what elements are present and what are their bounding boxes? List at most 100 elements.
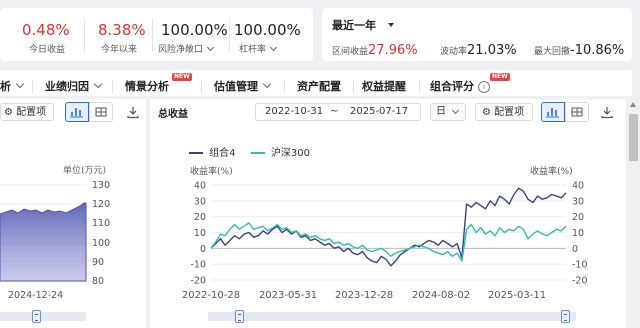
nav-item-analysis[interactable]: 析 — [0, 79, 25, 94]
left-y-tick: 80 — [92, 276, 104, 287]
x-tick: 2025-03-11 — [488, 290, 546, 301]
divider — [152, 18, 153, 52]
nav-item-portfolio-score[interactable]: 组合评分 i — [430, 80, 490, 94]
nav-item-scenario[interactable]: 情景分析 — [125, 80, 169, 94]
new-badge: NEW — [172, 73, 192, 81]
left-y-tick: 110 — [92, 218, 110, 229]
nav-item-valuation[interactable]: 估值管理 — [214, 79, 272, 94]
info-icon: i — [478, 81, 490, 93]
series-line-csi300 — [210, 222, 567, 262]
main-slider-handle-left[interactable] — [235, 310, 244, 323]
leverage-label[interactable]: 杠杆率 — [239, 43, 278, 56]
nav-item-attribution[interactable]: 业绩归因 — [45, 79, 103, 94]
frequency-value: 日 — [436, 106, 446, 117]
divider — [419, 80, 420, 93]
divider — [84, 18, 85, 52]
period-return-value: 27.96% — [368, 43, 418, 58]
y-tick-left: 0 — [200, 244, 206, 255]
divider — [284, 80, 285, 93]
y-tick-right: -10 — [572, 260, 588, 271]
chevron-down-icon — [262, 79, 272, 89]
table-icon — [571, 107, 583, 117]
period-return-label: 区间收益 — [332, 47, 369, 57]
nav-item-allocation[interactable]: 资产配置 — [297, 80, 341, 94]
y-tick-left: 30 — [194, 196, 206, 207]
net-exposure-value: 100.00% — [161, 21, 228, 39]
left-y-tick: 90 — [92, 257, 104, 268]
divider — [201, 80, 202, 93]
left-y-tick: 130 — [92, 180, 110, 191]
y-tick-left: 10 — [194, 228, 206, 239]
config-label: 配置项 — [494, 107, 525, 118]
chevron-down-icon — [93, 79, 103, 89]
config-label: 配置项 — [16, 107, 47, 118]
table-view-toggle[interactable] — [89, 102, 113, 122]
x-tick: 2024-08-02 — [412, 290, 470, 301]
volatility-value: 21.03% — [467, 43, 517, 58]
ytd-return-label: 今年以来 — [101, 45, 138, 55]
legend-item-portfolio[interactable]: 组合4 — [189, 148, 239, 159]
legend-item-csi300[interactable]: 沪深300 — [250, 148, 310, 159]
area-fill — [0, 202, 87, 282]
chevron-down-icon — [269, 43, 278, 52]
chevron-down-icon — [206, 43, 215, 52]
y-tick-left: -20 — [190, 276, 206, 287]
y-tick-right: 40 — [572, 181, 584, 192]
config-button[interactable]: ⚙ 配置项 — [475, 103, 533, 121]
x-tick: 2023-05-31 — [259, 290, 317, 301]
bar-chart-icon — [546, 108, 559, 118]
left-y-tick: 120 — [92, 199, 110, 210]
divider — [112, 80, 113, 93]
scroll-up-icon[interactable] — [630, 102, 636, 107]
page-scrollbar[interactable] — [627, 99, 640, 328]
main-slider-track[interactable] — [208, 312, 576, 321]
stats-card: 0.48% 今日收益 8.38% 今年以来 100.00% 风险净敞口 100.… — [0, 8, 313, 61]
main-slider-handle-right[interactable] — [561, 310, 570, 323]
bar-chart-icon — [70, 108, 83, 118]
leverage-value: 100.00% — [234, 21, 301, 39]
net-exposure-label[interactable]: 风险净敞口 — [158, 43, 215, 56]
return-line-chart: 收益率(%) 收益率(%) 40 30 20 10 0 -10 -20 40 30 20 10 0 -… — [182, 165, 588, 301]
volatility-label: 波动率 — [440, 47, 468, 57]
left-slider-track[interactable] — [0, 312, 86, 321]
today-return-label: 今日收益 — [29, 45, 66, 55]
ytd-return-value: 8.38% — [98, 21, 146, 39]
scrollbar-thumb[interactable] — [629, 114, 638, 161]
nav-item-rights-alert[interactable]: 权益提醒 — [362, 80, 406, 94]
frequency-select[interactable]: 日 — [430, 103, 466, 121]
legend-swatch — [250, 152, 265, 154]
period-selector[interactable]: 最近一年 — [332, 17, 394, 33]
y-tick-right: 0 — [572, 244, 578, 255]
max-drawdown-label: 最大回撤 — [534, 47, 571, 57]
chart-view-toggle[interactable] — [541, 102, 565, 122]
today-return-value: 0.48% — [22, 21, 70, 39]
section-title: 总收益 — [158, 109, 188, 120]
chevron-down-icon — [15, 79, 25, 89]
y-tick-left: 40 — [194, 181, 206, 192]
x-tick: 2022-10-28 — [182, 290, 240, 301]
date-range-picker[interactable]: 2022-10-31 ~ 2025-07-17 — [255, 103, 421, 121]
y-tick-right: 10 — [572, 228, 584, 239]
download-icon[interactable] — [126, 104, 140, 119]
start-date: 2022-10-31 — [265, 106, 324, 117]
left-y-axis: 130 120 110 100 90 80 — [92, 180, 110, 287]
chevron-down-icon — [451, 106, 460, 115]
config-button-left[interactable]: ⚙ 配置项 — [0, 103, 54, 121]
left-slider-handle[interactable] — [32, 310, 41, 323]
date-separator: ~ — [330, 106, 339, 117]
y-tick-left: 20 — [194, 212, 206, 223]
period-return: 区间收益27.96% — [332, 39, 418, 58]
y-axis-label-left: 收益率(%) — [190, 165, 233, 177]
chart-view-toggle[interactable] — [65, 102, 89, 122]
gear-icon: ⚙ — [482, 107, 491, 118]
table-view-toggle[interactable] — [565, 102, 589, 122]
left-area-chart: 130 120 110 100 90 80 2024-12-24 — [0, 180, 110, 301]
max-drawdown-value: -10.86% — [570, 43, 625, 58]
max-drawdown: 最大回撤-10.86% — [534, 39, 624, 58]
divider — [32, 80, 33, 93]
end-date: 2025-07-17 — [350, 106, 409, 117]
legend-swatch — [189, 152, 203, 154]
table-icon — [95, 107, 107, 117]
y-tick-right: 20 — [572, 212, 584, 223]
download-icon[interactable] — [600, 104, 614, 119]
